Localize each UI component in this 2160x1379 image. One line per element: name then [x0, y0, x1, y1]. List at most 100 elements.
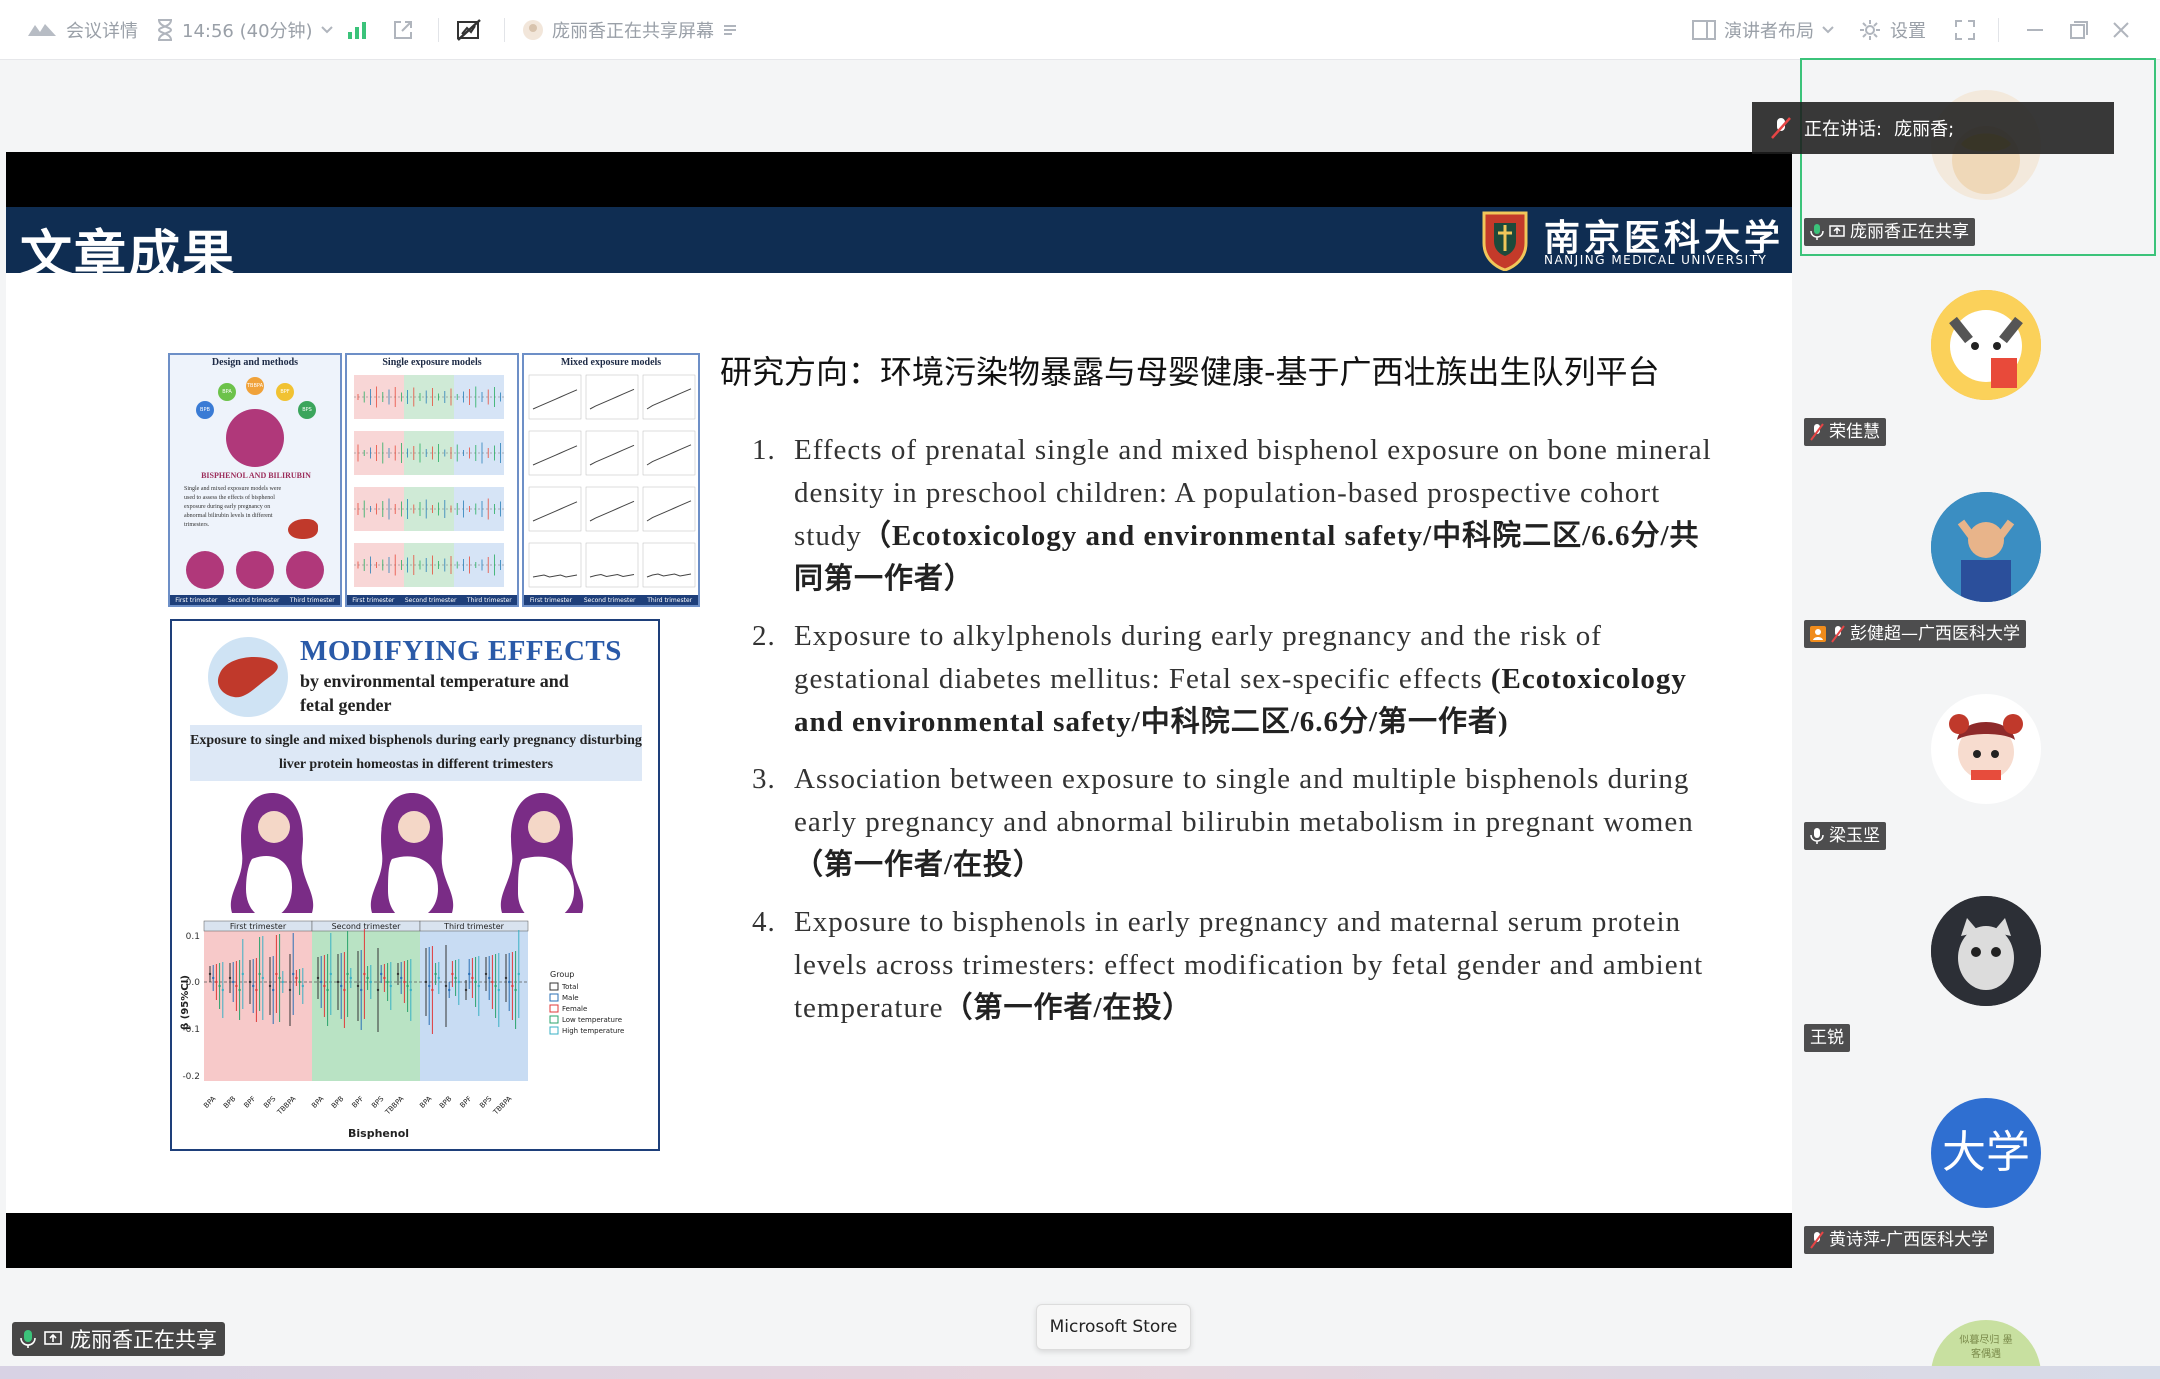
- plot-cell: [585, 542, 639, 588]
- point-estimate: [288, 988, 292, 992]
- external-link-icon: [394, 21, 412, 39]
- shared-screen: 文章成果 南京医科大学 NANJING MEDICAL UNIVERSITY D…: [6, 60, 1792, 1366]
- point-estimate: [491, 980, 494, 984]
- layout-dropdown[interactable]: 演讲者布局: [1692, 0, 1834, 60]
- center-heading: BISPHENOL AND BILIRUBIN: [201, 471, 311, 480]
- liver-icon: [208, 637, 288, 717]
- participant-tile[interactable]: 彭健超—广西医科大学: [1800, 462, 2154, 658]
- settings-button[interactable]: 设置: [1858, 0, 1926, 60]
- point-estimate: [252, 984, 255, 988]
- figure-mixed-exposure-panel: Mixed exposure models First trimester Sec…: [522, 353, 700, 607]
- annotation-button[interactable]: [456, 0, 482, 60]
- point-estimate: [369, 980, 372, 984]
- point-estimate: [437, 976, 440, 980]
- point-estimate: [258, 972, 261, 976]
- point-estimate: [272, 988, 275, 992]
- point-estimate: [241, 972, 244, 976]
- legend-swatch: [549, 1026, 559, 1035]
- participant-tile[interactable]: 大学 黄诗萍-广西医科大学: [1800, 1068, 2154, 1264]
- participant-tile[interactable]: 似暮尽归 墨客偶遇: [1800, 1270, 2154, 1366]
- effect-forest-plot: 0.1 0.0 -0.1 -0.2 First trimester Second…: [182, 920, 624, 1117]
- point-estimate: [511, 984, 514, 988]
- point-estimate: [218, 984, 221, 988]
- letterbox-top: [6, 152, 1792, 207]
- point-estimate: [281, 980, 284, 984]
- x-axis-label: Bisphenol: [348, 1127, 410, 1140]
- point-estimate: [228, 976, 232, 980]
- publication-item: 1. Effects of prenatal single and mixed b…: [752, 434, 1712, 595]
- point-estimate: [434, 972, 437, 976]
- participant-name: 梁玉坚: [1829, 826, 1880, 846]
- toolbar-divider: [1998, 18, 1999, 42]
- point-estimate: [376, 988, 380, 992]
- network-signal-button[interactable]: [347, 0, 367, 60]
- speaking-label: 正在讲话:: [1804, 119, 1883, 140]
- research-direction: 研究方向：环境污染物暴露与母婴健康-基于广西壮族出生队列平台: [720, 353, 1660, 391]
- avatar: [1931, 290, 2041, 400]
- plot-cell: [642, 374, 696, 420]
- x-tick: BPS: [262, 1094, 278, 1110]
- fullscreen-button[interactable]: [1954, 0, 1976, 60]
- point-estimate: [494, 984, 497, 988]
- sharing-status[interactable]: 庞丽香正在共享屏幕: [522, 0, 738, 60]
- point-estimate: [457, 980, 460, 984]
- restore-button[interactable]: [2070, 0, 2088, 60]
- participant-name: 黄诗萍-广西医科大学: [1829, 1230, 1989, 1250]
- facet-first: [204, 931, 312, 1081]
- screen-share-icon: [44, 1331, 62, 1345]
- sharer-avatar-icon: [523, 20, 543, 40]
- popout-button[interactable]: [392, 0, 414, 60]
- y-tick: -0.2: [182, 1072, 200, 1082]
- point-estimate: [366, 976, 369, 980]
- list-icon: [724, 25, 736, 35]
- microphone-muted-icon: [1810, 1231, 1824, 1249]
- gear-icon: [1860, 20, 1880, 40]
- point-estimate: [504, 976, 508, 980]
- point-estimate: [212, 976, 215, 980]
- point-estimate: [386, 980, 389, 984]
- point-estimate: [396, 972, 400, 976]
- liver-icon: [288, 519, 318, 539]
- slide-header-bar: 文章成果 南京医科大学 NANJING MEDICAL UNIVERSITY: [6, 207, 1792, 286]
- participant-tile[interactable]: 梁玉坚: [1800, 664, 2154, 860]
- mixture-curves-grid: [528, 374, 696, 588]
- chevron-down-icon: [320, 26, 333, 34]
- timer-dropdown[interactable]: 14:56 (40分钟): [156, 0, 333, 60]
- close-icon: [2113, 22, 2129, 38]
- participant-tile[interactable]: 王锐: [1800, 866, 2154, 1062]
- legend-title: Group: [550, 970, 574, 979]
- meeting-details-button[interactable]: 会议详情: [26, 0, 138, 60]
- point-estimate: [497, 988, 500, 992]
- point-estimate: [292, 972, 295, 976]
- toolbar-divider: [504, 18, 505, 42]
- restore-icon: [2070, 21, 2088, 39]
- toolbar-divider: [438, 18, 439, 42]
- point-estimate: [380, 972, 383, 976]
- publication-item: 2. Exposure to alkylphenols during early …: [752, 620, 1687, 738]
- point-estimate: [389, 984, 392, 988]
- close-button[interactable]: [2112, 0, 2130, 60]
- point-estimate: [295, 976, 298, 980]
- participant-name-tag: 王锐: [1804, 1024, 1850, 1052]
- x-tick: BPB: [330, 1095, 346, 1111]
- meeting-logo-icon: [28, 24, 56, 36]
- bubble-bpa: BPA: [218, 383, 236, 401]
- x-tick: BPF: [351, 1095, 366, 1110]
- minimize-button[interactable]: [2026, 0, 2044, 60]
- plot-cell: [528, 430, 582, 476]
- x-tick: BPA: [202, 1095, 217, 1110]
- timer-label: 14:56 (40分钟): [182, 21, 313, 42]
- microphone-muted-icon: [1810, 423, 1824, 441]
- point-estimate: [221, 988, 224, 992]
- signal-bars-icon: [348, 22, 366, 39]
- meeting-details-label: 会议详情: [66, 21, 138, 42]
- participant-name: 王锐: [1810, 1028, 1844, 1048]
- participant-tile[interactable]: 荣佳慧: [1800, 260, 2154, 456]
- sharing-status-label: 庞丽香正在共享屏幕: [552, 21, 714, 42]
- legend-swatch: [549, 993, 559, 1002]
- figure-subtitle: by environmental temperature and fetal g…: [300, 671, 569, 715]
- point-estimate: [323, 984, 326, 988]
- active-speaker-highlight: [1800, 58, 2156, 256]
- plot-cell: [528, 374, 582, 420]
- plot-cell: [585, 486, 639, 532]
